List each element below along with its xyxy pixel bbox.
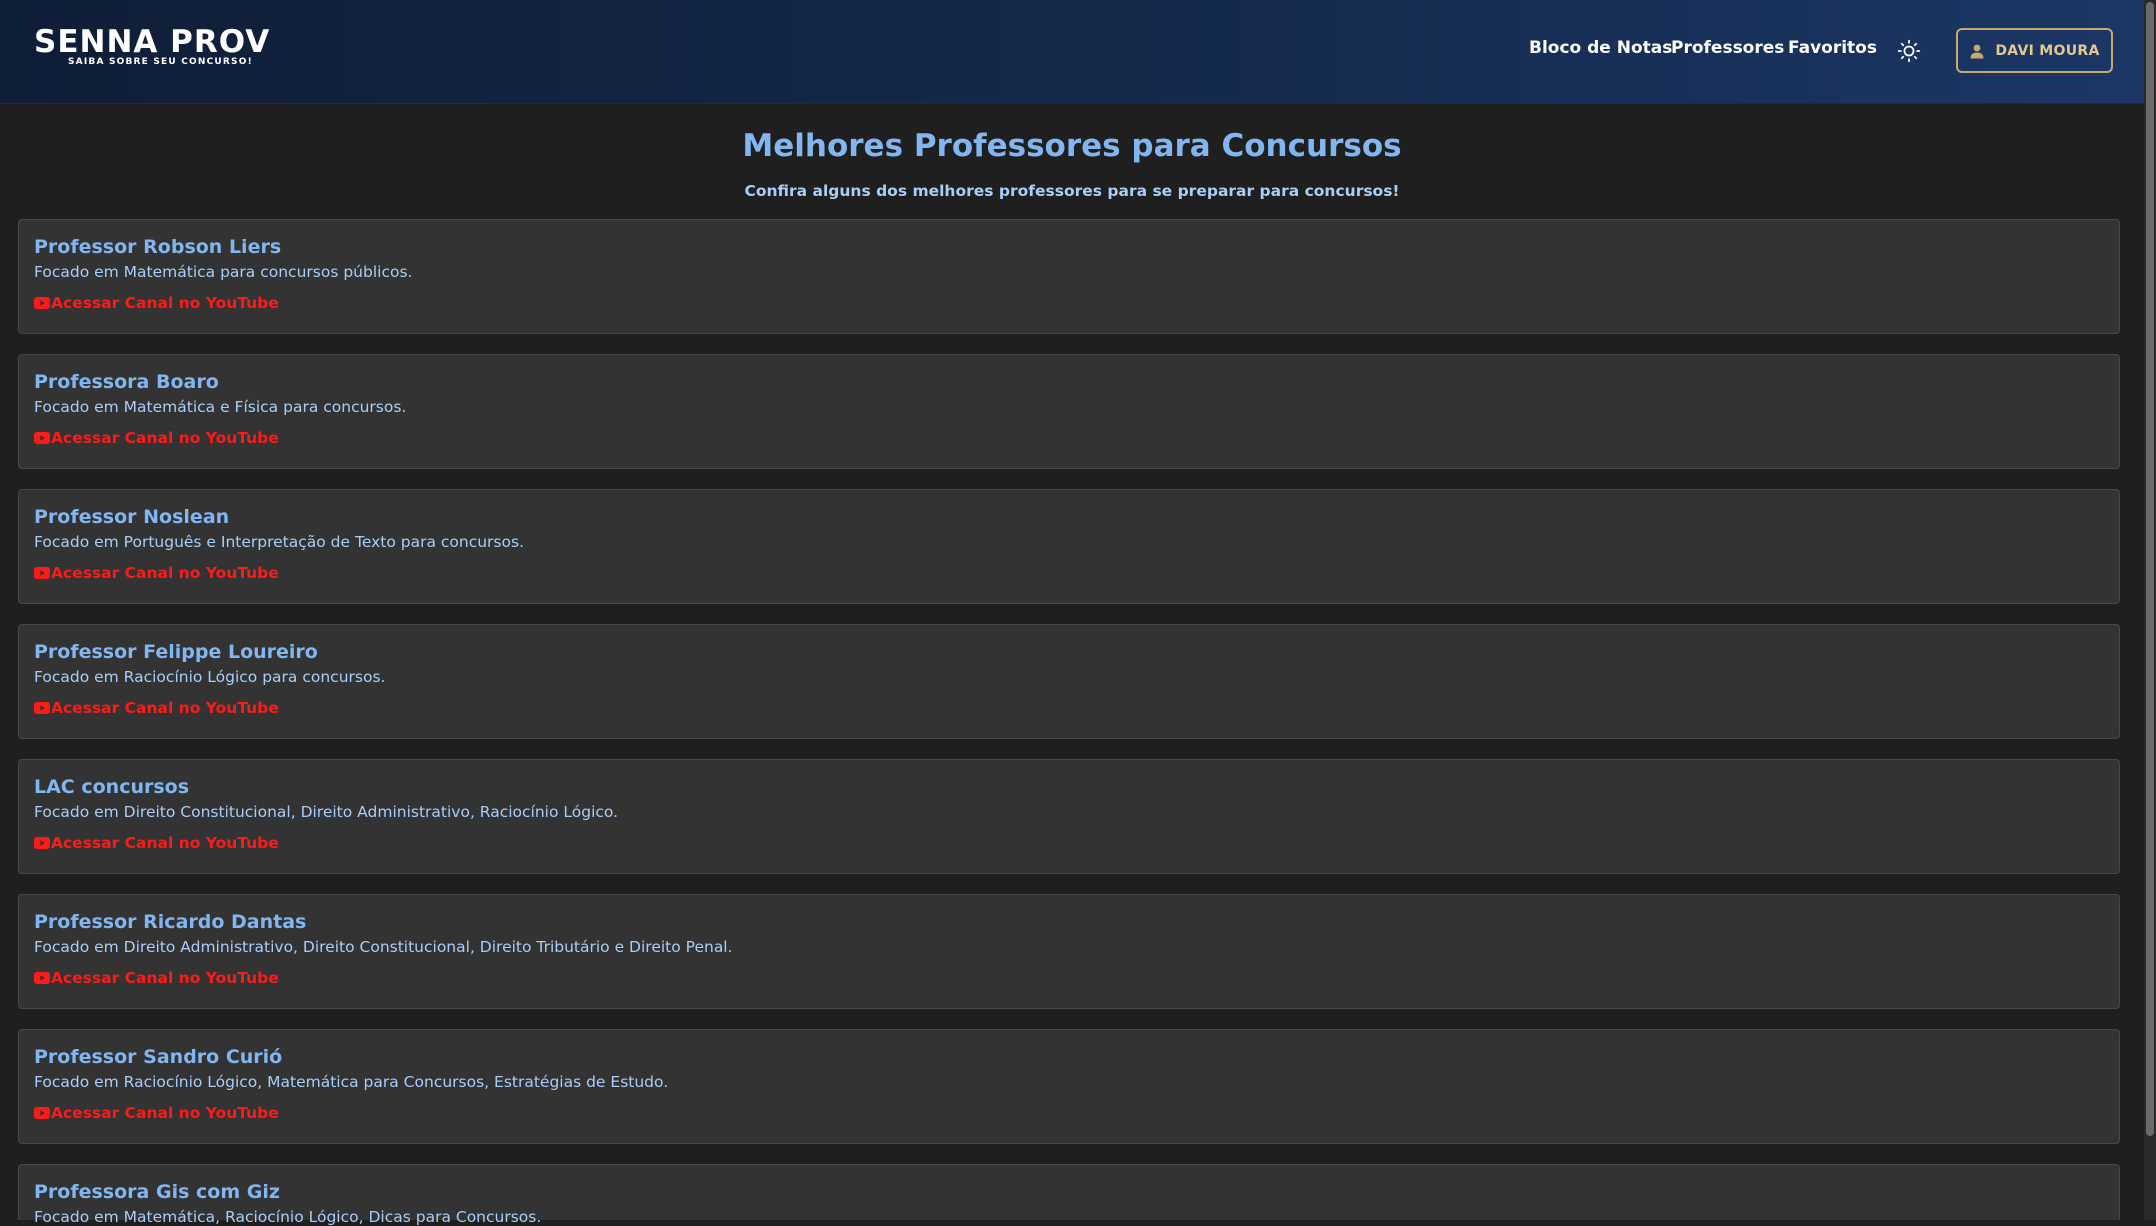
youtube-link-label: Acessar Canal no YouTube [51,1104,279,1122]
teacher-description: Focado em Matemática, Raciocínio Lógico,… [34,1208,542,1226]
youtube-channel-link[interactable]: Acessar Canal no YouTube [34,294,279,312]
youtube-channel-link[interactable]: Acessar Canal no YouTube [34,1104,279,1122]
teacher-card: Professora Boaro Focado em Matemática e … [18,354,2120,469]
youtube-icon [34,972,50,984]
youtube-icon [34,297,50,309]
teacher-name: Professora Gis com Giz [34,1181,280,1203]
youtube-link-label: Acessar Canal no YouTube [51,429,279,447]
youtube-channel-link[interactable]: Acessar Canal no YouTube [34,834,279,852]
nav-favoritos[interactable]: Favoritos [1788,38,1877,58]
page-title: Melhores Professores para Concursos [742,128,1402,164]
theme-toggle-button[interactable] [1896,38,1922,64]
youtube-channel-link[interactable]: Acessar Canal no YouTube [34,699,279,717]
nav-bloco-de-notas[interactable]: Bloco de Notas [1529,38,1672,58]
teacher-description: Focado em Matemática para concursos públ… [34,263,413,281]
youtube-link-label: Acessar Canal no YouTube [51,294,279,312]
teacher-name: Professor Noslean [34,506,230,528]
top-navbar: SENNA PROV SAIBA SOBRE SEU CONCURSO! Blo… [0,0,2144,104]
teacher-card: Professora Gis com Giz Focado em Matemát… [18,1164,2120,1226]
teacher-card: Professor Robson Liers Focado em Matemát… [18,219,2120,334]
senna-prov-logo[interactable]: SENNA PROV SAIBA SOBRE SEU CONCURSO! [34,24,269,74]
youtube-link-label: Acessar Canal no YouTube [51,834,279,852]
teacher-description: Focado em Raciocínio Lógico para concurs… [34,668,386,686]
sun-icon [1897,39,1921,63]
teacher-description: Focado em Raciocínio Lógico, Matemática … [34,1073,669,1091]
teacher-card: Professor Sandro Curió Focado em Raciocí… [18,1029,2120,1144]
scrollbar-thumb[interactable] [2146,2,2154,1136]
teacher-description: Focado em Direito Constitucional, Direit… [34,803,619,821]
youtube-icon [34,837,50,849]
youtube-channel-link[interactable]: Acessar Canal no YouTube [34,429,279,447]
teacher-description: Focado em Português e Interpretação de T… [34,533,524,551]
teacher-card: Professor Felippe Loureiro Focado em Rac… [18,624,2120,739]
teacher-card: Professor Noslean Focado em Português e … [18,489,2120,604]
youtube-icon [34,432,50,444]
logo-tagline: SAIBA SOBRE SEU CONCURSO! [68,57,253,67]
user-name: DAVI MOURA [1995,42,2100,59]
teacher-card: Professor Ricardo Dantas Focado em Direi… [18,894,2120,1009]
youtube-link-label: Acessar Canal no YouTube [51,564,279,582]
user-icon [1970,44,1984,58]
logo-text: SENNA PROV [34,24,271,60]
page-scrollbar[interactable] [2144,0,2156,1220]
teacher-description: Focado em Matemática e Física para concu… [34,398,407,416]
nav-professores[interactable]: Professores [1671,38,1784,58]
teacher-name: Professora Boaro [34,371,219,393]
teacher-name: Professor Ricardo Dantas [34,911,307,933]
youtube-channel-link[interactable]: Acessar Canal no YouTube [34,969,279,987]
teacher-name: Professor Robson Liers [34,236,282,258]
youtube-icon [34,1107,50,1119]
user-account-button[interactable]: DAVI MOURA [1956,28,2113,73]
youtube-icon [34,702,50,714]
youtube-icon [34,567,50,579]
youtube-link-label: Acessar Canal no YouTube [51,969,279,987]
teacher-name: LAC concursos [34,776,190,798]
youtube-link-label: Acessar Canal no YouTube [51,699,279,717]
teacher-name: Professor Sandro Curió [34,1046,283,1068]
youtube-channel-link[interactable]: Acessar Canal no YouTube [34,564,279,582]
teacher-card: LAC concursos Focado em Direito Constitu… [18,759,2120,874]
teacher-name: Professor Felippe Loureiro [34,641,318,663]
page-subtitle: Confira alguns dos melhores professores … [744,182,1400,200]
teacher-description: Focado em Direito Administrativo, Direit… [34,938,733,956]
